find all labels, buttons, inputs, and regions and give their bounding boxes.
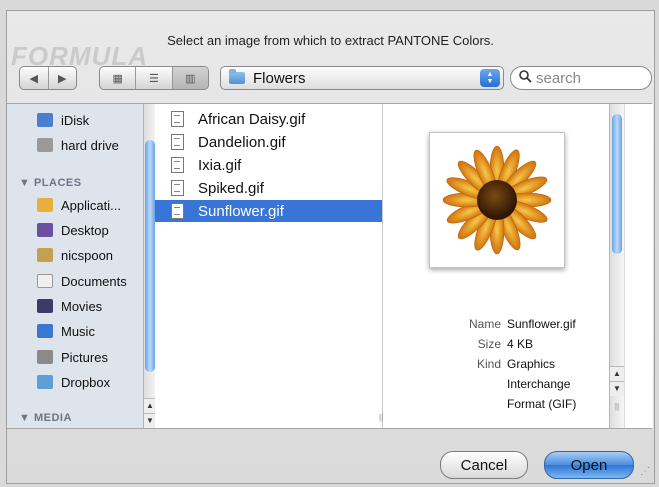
file-name: African Daisy.gif — [198, 110, 306, 128]
sidebar-item-label: iDisk — [61, 112, 90, 128]
file-name: Sunflower.gif — [198, 202, 284, 220]
open-dialog: FORMULA Select an image from which to ex… — [6, 10, 655, 484]
scroll-up-arrow-icon[interactable]: ▲ — [144, 398, 155, 413]
info-key-kind: Kind — [476, 357, 501, 371]
popup-arrows-icon: ▲ ▼ — [480, 69, 500, 87]
sidebar-item-documents[interactable]: Documents — [37, 270, 127, 292]
music-icon — [37, 324, 53, 338]
back-button[interactable]: ◀ — [20, 67, 49, 89]
back-forward-control: ◀ ▶ — [19, 66, 77, 90]
sidebar-item-pictures[interactable]: Pictures — [37, 346, 108, 368]
desktop-icon — [37, 223, 53, 237]
list-view-icon: ☰ — [149, 72, 159, 85]
column-view-button[interactable]: ▥ — [172, 67, 208, 89]
info-key-size: Size — [477, 337, 501, 351]
sidebar-item-label: Movies — [61, 298, 103, 314]
sidebar-item-applications[interactable]: Applicati... — [37, 194, 121, 216]
sidebar-item-label: Music — [61, 323, 95, 339]
sidebar-item-idisk[interactable]: iDisk — [37, 109, 89, 131]
scroll-down-arrow-icon[interactable]: ▼ — [144, 413, 155, 428]
view-mode-control: ▦ ☰ ▥ — [99, 66, 209, 90]
info-value-kind-line3: Format (GIF) — [507, 397, 577, 411]
sidebar-item-label: Dropbox — [61, 374, 111, 390]
preview-pane: Name Sunflower.gif Size 4 KB Kind Graphi… — [383, 104, 609, 428]
file-name: Spiked.gif — [198, 179, 264, 197]
cancel-button[interactable]: Cancel — [440, 451, 528, 479]
sidebar-scrollbar[interactable]: ▲ ▼ — [143, 104, 155, 428]
sidebar-heading-media[interactable]: ▼ MEDIA — [19, 407, 72, 428]
column-view-icon: ▥ — [185, 72, 196, 85]
file-name: Ixia.gif — [198, 156, 242, 174]
file-column: African Daisy.gif Dandelion.gif Ixia.gif… — [155, 104, 383, 428]
dialog-buttons: Cancel Open ⋰ — [7, 431, 654, 481]
sidebar-item-home[interactable]: nicspoon — [37, 244, 113, 266]
info-value-kind-line2: Interchange — [507, 377, 571, 391]
dialog-prompt: Select an image from which to extract PA… — [167, 33, 494, 48]
open-button[interactable]: Open — [544, 451, 634, 479]
folder-icon — [229, 69, 245, 84]
file-info: Name Sunflower.gif Size 4 KB Kind Graphi… — [383, 314, 609, 414]
preview-scrollbar[interactable]: ▲ ▼ || — [609, 104, 624, 428]
column-resize-handle[interactable]: || — [610, 400, 624, 414]
file-item-selected[interactable]: Sunflower.gif — [155, 200, 382, 222]
info-key-name: Name — [468, 317, 501, 331]
sidebar-item-label: Desktop — [61, 222, 109, 238]
sidebar-item-label: hard drive — [61, 137, 119, 153]
gif-file-icon — [171, 203, 184, 219]
image-preview — [429, 132, 565, 268]
gif-file-icon — [171, 157, 184, 173]
file-item[interactable]: Ixia.gif — [155, 154, 382, 176]
location-label: Flowers — [253, 69, 306, 87]
info-value-name: Sunflower.gif — [507, 317, 576, 331]
search-icon — [519, 70, 532, 86]
applications-icon — [37, 198, 53, 212]
location-popup[interactable]: Flowers ▲ ▼ — [220, 66, 504, 90]
sidebar-heading-places[interactable]: ▼ PLACES — [19, 172, 82, 194]
idisk-icon — [37, 113, 53, 127]
list-view-button[interactable]: ☰ — [136, 67, 173, 89]
pictures-icon — [37, 350, 53, 364]
sunflower-image — [442, 145, 552, 255]
home-icon — [37, 248, 53, 262]
toolbar: ◀ ▶ ▦ ☰ ▥ Flowers ▲ ▼ — [7, 66, 654, 96]
next-column — [624, 104, 653, 428]
info-value-size: 4 KB — [507, 337, 534, 351]
info-value-kind: Graphics — [507, 357, 556, 371]
hard-drive-icon — [37, 138, 53, 152]
sidebar-item-hard-drive[interactable]: hard drive — [37, 134, 119, 156]
scroll-down-arrow-icon[interactable]: ▼ — [610, 381, 624, 396]
dropbox-icon — [37, 375, 53, 389]
forward-button[interactable]: ▶ — [49, 67, 77, 89]
gif-file-icon — [171, 180, 184, 196]
forward-arrow-icon: ▶ — [58, 72, 67, 85]
file-name: Dandelion.gif — [198, 133, 286, 151]
file-browser: iDisk hard drive ▼ PLACES Applicati... D… — [7, 103, 653, 429]
sidebar-item-label: Applicati... — [61, 197, 121, 213]
file-item[interactable]: Dandelion.gif — [155, 131, 382, 153]
back-arrow-icon: ◀ — [29, 72, 38, 85]
sidebar-item-label: Documents — [61, 273, 127, 289]
gif-file-icon — [171, 111, 184, 127]
icon-view-icon: ▦ — [112, 72, 123, 85]
sidebar-item-label: Pictures — [61, 349, 108, 365]
search-input[interactable] — [534, 68, 638, 88]
sidebar-scroll-thumb[interactable] — [145, 140, 155, 372]
movies-icon — [37, 299, 53, 313]
documents-icon — [37, 274, 53, 288]
file-item[interactable]: African Daisy.gif — [155, 108, 382, 130]
sidebar-item-music[interactable]: Music — [37, 320, 95, 342]
icon-view-button[interactable]: ▦ — [100, 67, 137, 89]
sidebar-item-dropbox[interactable]: Dropbox — [37, 371, 110, 393]
sidebar-item-label: nicspoon — [61, 247, 114, 263]
file-item[interactable]: Spiked.gif — [155, 177, 382, 199]
sidebar-item-movies[interactable]: Movies — [37, 295, 102, 317]
sidebar-item-desktop[interactable]: Desktop — [37, 219, 109, 241]
preview-scroll-thumb[interactable] — [612, 114, 622, 254]
gif-file-icon — [171, 134, 184, 150]
search-field[interactable] — [510, 66, 652, 90]
scroll-up-arrow-icon[interactable]: ▲ — [610, 366, 624, 381]
sidebar: iDisk hard drive ▼ PLACES Applicati... D… — [7, 104, 155, 428]
resize-grip-icon[interactable]: ⋰ — [640, 466, 650, 477]
